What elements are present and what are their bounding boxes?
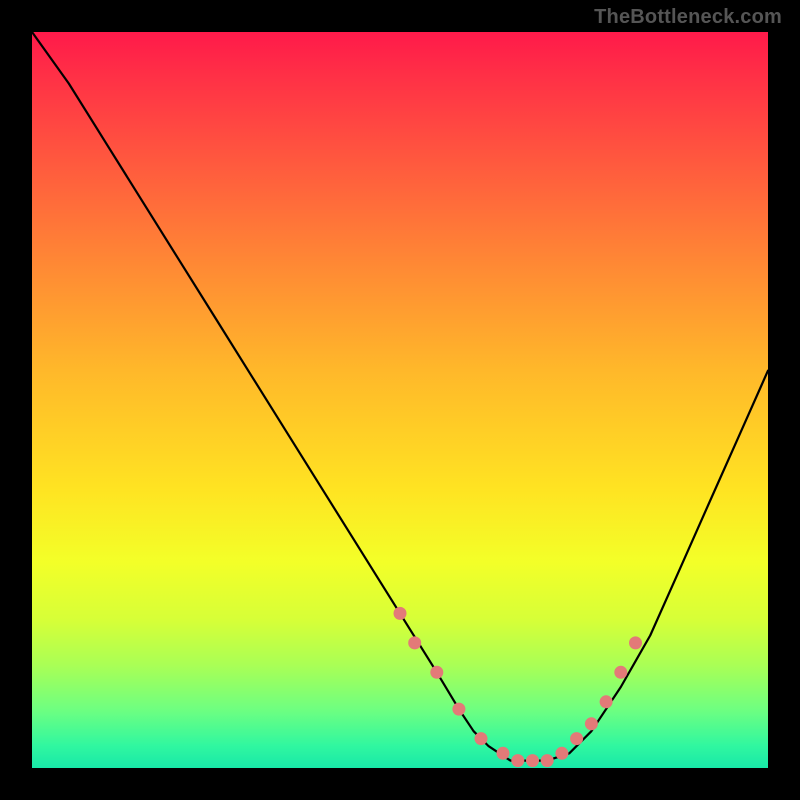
data-point [526, 754, 539, 767]
data-point [497, 747, 510, 760]
curve-layer [32, 32, 768, 768]
data-point [600, 695, 613, 708]
data-point [570, 732, 583, 745]
bottleneck-curve [32, 32, 768, 761]
data-point [408, 636, 421, 649]
data-point [555, 747, 568, 760]
data-point [394, 607, 407, 620]
data-point [452, 703, 465, 716]
data-point [511, 754, 524, 767]
data-point [430, 666, 443, 679]
watermark-text: TheBottleneck.com [594, 6, 782, 29]
data-point [629, 636, 642, 649]
data-point [475, 732, 488, 745]
chart-area [32, 32, 768, 768]
data-point [614, 666, 627, 679]
data-point [541, 754, 554, 767]
data-point [585, 717, 598, 730]
